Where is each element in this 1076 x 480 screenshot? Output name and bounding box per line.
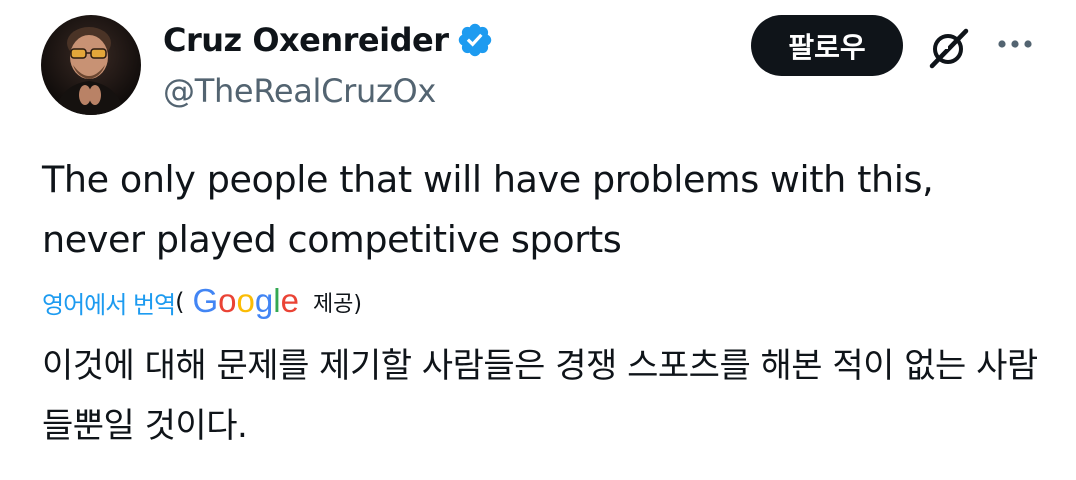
- more-icon[interactable]: [996, 34, 1034, 54]
- follow-button[interactable]: 팔로우: [751, 15, 903, 76]
- avatar-image: [41, 15, 141, 115]
- author-handle[interactable]: @TheRealCruzOx: [163, 70, 436, 112]
- author-name-row[interactable]: Cruz Oxenreider: [163, 18, 494, 62]
- translated-text: 이것에 대해 문제를 제기할 사람들은 경쟁 스포츠를 해본 적이 없는 사람들…: [42, 346, 1038, 446]
- tweet-card: Cruz Oxenreider @TheRealCruzOx 팔로우 The o…: [0, 0, 1076, 480]
- author-display-name[interactable]: Cruz Oxenreider: [163, 18, 449, 62]
- google-logo-letter: g: [254, 282, 274, 319]
- grok-icon[interactable]: [926, 25, 972, 71]
- google-logo-letter: l: [273, 282, 281, 319]
- google-logo-letter: o: [218, 282, 237, 319]
- tweet-text: The only people that will have problems …: [42, 158, 934, 261]
- google-logo: Google: [192, 282, 298, 320]
- google-logo-letter: G: [192, 282, 219, 319]
- open-paren: (: [175, 288, 185, 316]
- google-logo-letter: o: [236, 282, 255, 319]
- provided-label: 제공): [312, 292, 363, 317]
- google-logo-letter: e: [280, 282, 299, 319]
- translate-link[interactable]: 영어에서 번역: [42, 285, 176, 320]
- verified-badge-icon[interactable]: [456, 21, 494, 59]
- translation-attribution: 영어에서 번역 ( Google 제공): [42, 280, 362, 324]
- avatar[interactable]: [41, 15, 141, 115]
